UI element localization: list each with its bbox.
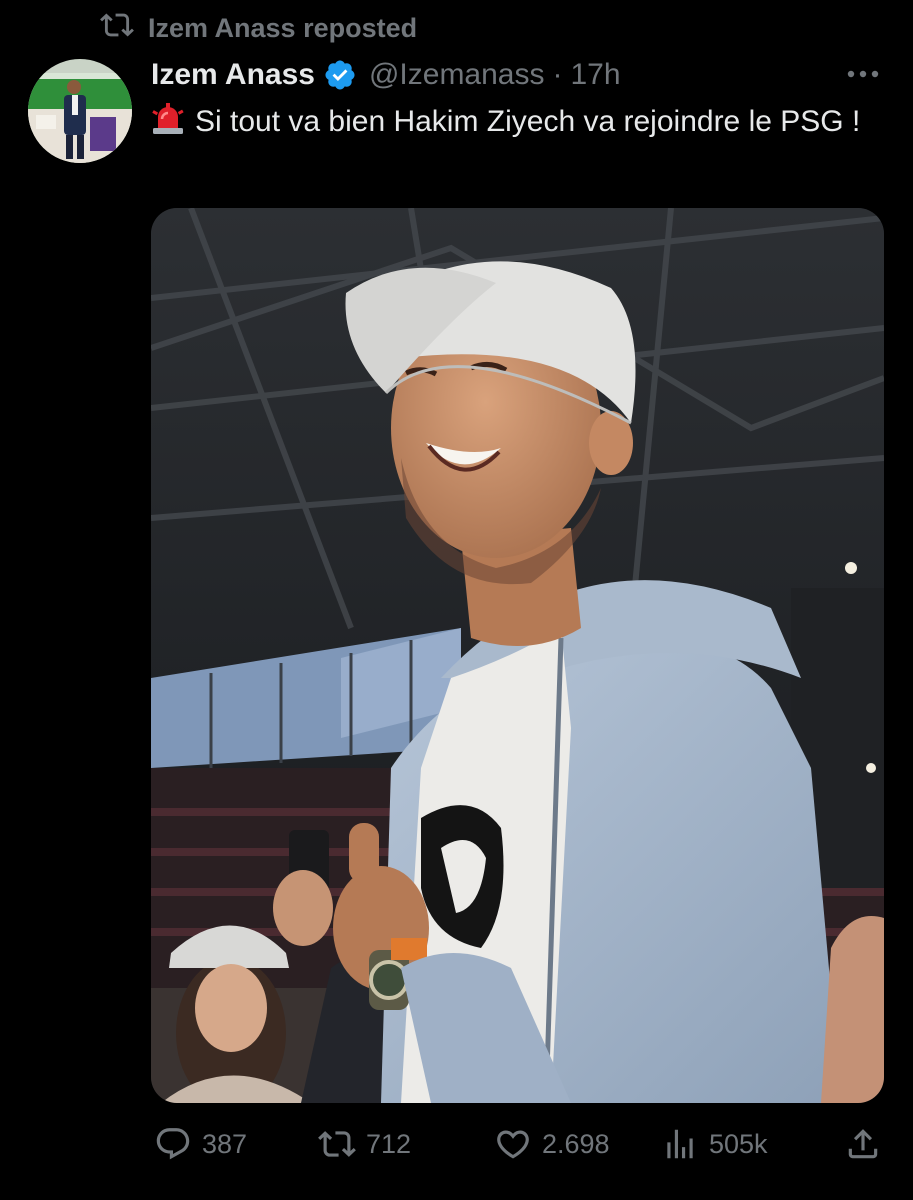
post-text: Si tout va bien Hakim Ziyech va rejoindr… [151, 100, 881, 144]
share-icon [844, 1125, 882, 1163]
share-button[interactable] [844, 1122, 882, 1166]
verified-badge-icon[interactable] [323, 58, 357, 92]
reply-count: 387 [202, 1128, 248, 1159]
more-icon[interactable] [843, 62, 883, 86]
views-button[interactable]: 505k [661, 1122, 768, 1166]
repost-banner-text: Izem Anass reposted [148, 12, 418, 43]
repost-banner[interactable]: Izem Anass reposted [100, 8, 417, 48]
repost-count: 712 [366, 1128, 412, 1159]
views-count: 505k [709, 1128, 768, 1159]
post-action-bar: 387 712 2.698 505k [0, 1116, 913, 1172]
post-timestamp[interactable]: 17h [571, 58, 621, 92]
meta-separator: · [552, 58, 563, 91]
siren-emoji-icon [151, 102, 185, 136]
heart-icon [494, 1125, 532, 1163]
repost-icon [100, 8, 134, 49]
like-button[interactable]: 2.698 [494, 1122, 610, 1166]
post-header: Izem Anass @Izemanass · 17h [151, 54, 621, 96]
repost-button[interactable]: 712 [318, 1122, 411, 1166]
like-count: 2.698 [542, 1128, 610, 1159]
author-handle[interactable]: @Izemanass [369, 58, 545, 92]
post-text-content: Si tout va bien Hakim Ziyech va rejoindr… [195, 105, 861, 138]
post-photo[interactable] [151, 208, 884, 1103]
reply-button[interactable]: 387 [154, 1122, 247, 1166]
repost-icon [318, 1125, 356, 1163]
author-name[interactable]: Izem Anass [151, 58, 315, 92]
avatar[interactable] [28, 59, 132, 163]
views-chart-icon [661, 1125, 699, 1163]
reply-icon [154, 1125, 192, 1163]
